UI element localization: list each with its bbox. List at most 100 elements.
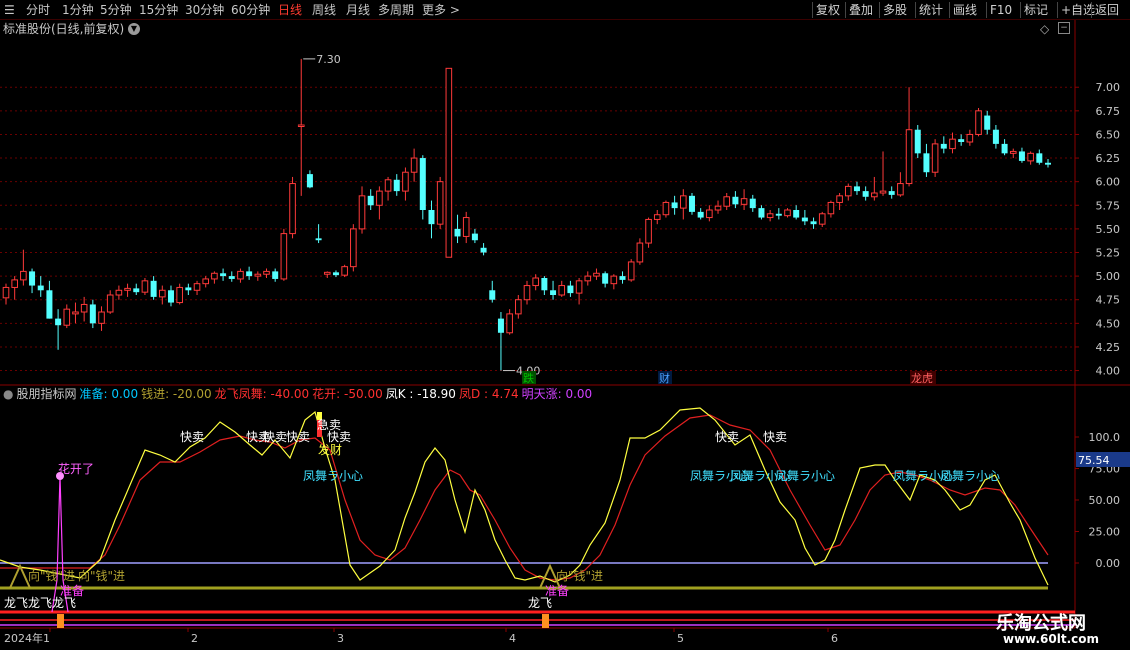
candle-body: [984, 115, 991, 130]
price-tick-label: 5.25: [1096, 247, 1121, 260]
candle-body: [1027, 152, 1034, 162]
longfei-label: 龙飞: [52, 596, 76, 610]
candle-body: [220, 273, 227, 277]
candle-body: [1045, 162, 1051, 165]
longfei-label: 龙飞: [4, 596, 28, 610]
fengwu-label: 凤舞ラ小心: [303, 469, 363, 483]
date-tick-label: 3: [337, 632, 344, 645]
candle-body: [688, 195, 695, 212]
fengwu-label: 凤舞ラ小心: [775, 469, 835, 483]
candle-body: [341, 266, 348, 276]
candle-body: [602, 273, 609, 284]
candle-body: [133, 288, 140, 293]
candle-body: [662, 201, 670, 216]
candle-body: [680, 195, 687, 209]
candle-body: [263, 270, 270, 275]
candle-body: [159, 289, 166, 298]
candle-body: [167, 290, 174, 303]
candle-body: [740, 198, 748, 205]
price-tick-label: 5.75: [1096, 199, 1121, 212]
candle-body: [801, 217, 808, 222]
candle-body: [532, 277, 539, 287]
price-tick-label: 4.50: [1096, 317, 1121, 330]
event-tag: 龙虎: [911, 372, 933, 385]
candle-body: [862, 191, 869, 197]
current-value-label: 75.54: [1078, 454, 1110, 467]
candle-body: [671, 202, 678, 209]
candle-body: [541, 278, 548, 291]
date-tick-label: 2: [191, 632, 198, 645]
qianjin-label: 向"钱"进: [556, 568, 603, 583]
candle-body: [55, 318, 62, 326]
candle-body: [211, 272, 218, 280]
kuaimai-label: 快卖: [180, 430, 204, 444]
candle-body: [193, 283, 201, 291]
indicator-tick-label: 100.0: [1089, 431, 1121, 444]
candle-body: [297, 124, 305, 127]
candle-body: [515, 299, 522, 315]
candle-body: [98, 311, 105, 324]
candle-body: [150, 280, 157, 297]
candle-body: [272, 271, 279, 279]
candle-body: [141, 280, 149, 293]
candle-body: [254, 273, 262, 277]
candle-body: [758, 208, 765, 218]
candle-body: [419, 158, 426, 210]
candle-body: [949, 138, 956, 150]
event-tag: 财: [659, 371, 670, 385]
price-tick-label: 4.75: [1096, 294, 1121, 307]
price-tick-label: 6.00: [1096, 176, 1121, 189]
candle-body: [29, 271, 36, 286]
candle-body: [775, 213, 782, 216]
candle-body: [923, 153, 930, 173]
signal-bar: [57, 614, 64, 628]
candle-body: [46, 290, 53, 319]
candle-body: [593, 272, 600, 277]
candle-body: [358, 195, 366, 230]
date-tick-label: 5: [677, 632, 684, 645]
fengd-curve: [0, 414, 1049, 581]
candle-body: [37, 285, 44, 291]
candle-body: [784, 209, 791, 217]
candle-body: [384, 179, 392, 192]
candle-body: [1036, 153, 1043, 163]
fengwu-label: 凤舞ラ小心: [940, 469, 1000, 483]
candle-body: [402, 171, 409, 192]
price-tick-label: 5.00: [1096, 270, 1121, 283]
candle-body: [749, 198, 756, 209]
price-tick-label: 4.25: [1096, 341, 1121, 354]
candle-body: [888, 191, 895, 195]
candle-body: [732, 196, 739, 205]
price-tick-label: 7.00: [1096, 81, 1121, 94]
event-tag: 跌: [523, 371, 534, 385]
candle-body: [72, 311, 79, 315]
candle-body: [905, 129, 913, 185]
candle-body: [124, 287, 131, 291]
candle-body: [627, 261, 635, 281]
candle-body: [393, 179, 400, 192]
indicator-tick-label: 0.00: [1096, 557, 1121, 570]
candle-body: [914, 129, 921, 154]
candle-body: [115, 289, 123, 296]
candle-body: [619, 276, 626, 280]
candle-body: [11, 279, 18, 288]
candle-body: [306, 174, 313, 188]
candle-body: [827, 201, 835, 215]
candle-body: [237, 270, 244, 280]
candle-body: [940, 143, 947, 149]
candle-body: [462, 217, 470, 237]
candle-body: [106, 294, 114, 313]
candle-body: [966, 133, 974, 143]
candle-body: [523, 285, 531, 301]
jimai-label: 急卖: [317, 417, 341, 432]
candle-body: [332, 272, 339, 276]
kline-chart[interactable]: 7.00 6.75 6.50 6.25 6.00 5.75 5.50 5.25 5.00 4.75…: [0, 0, 1130, 650]
candle-body: [280, 233, 288, 280]
candle-body: [853, 186, 860, 192]
candle-body: [706, 209, 713, 219]
candle-body: [844, 185, 852, 197]
candle-body: [871, 192, 878, 198]
candle-body: [653, 214, 661, 220]
candle-body: [645, 218, 652, 244]
candle-body: [897, 183, 904, 196]
